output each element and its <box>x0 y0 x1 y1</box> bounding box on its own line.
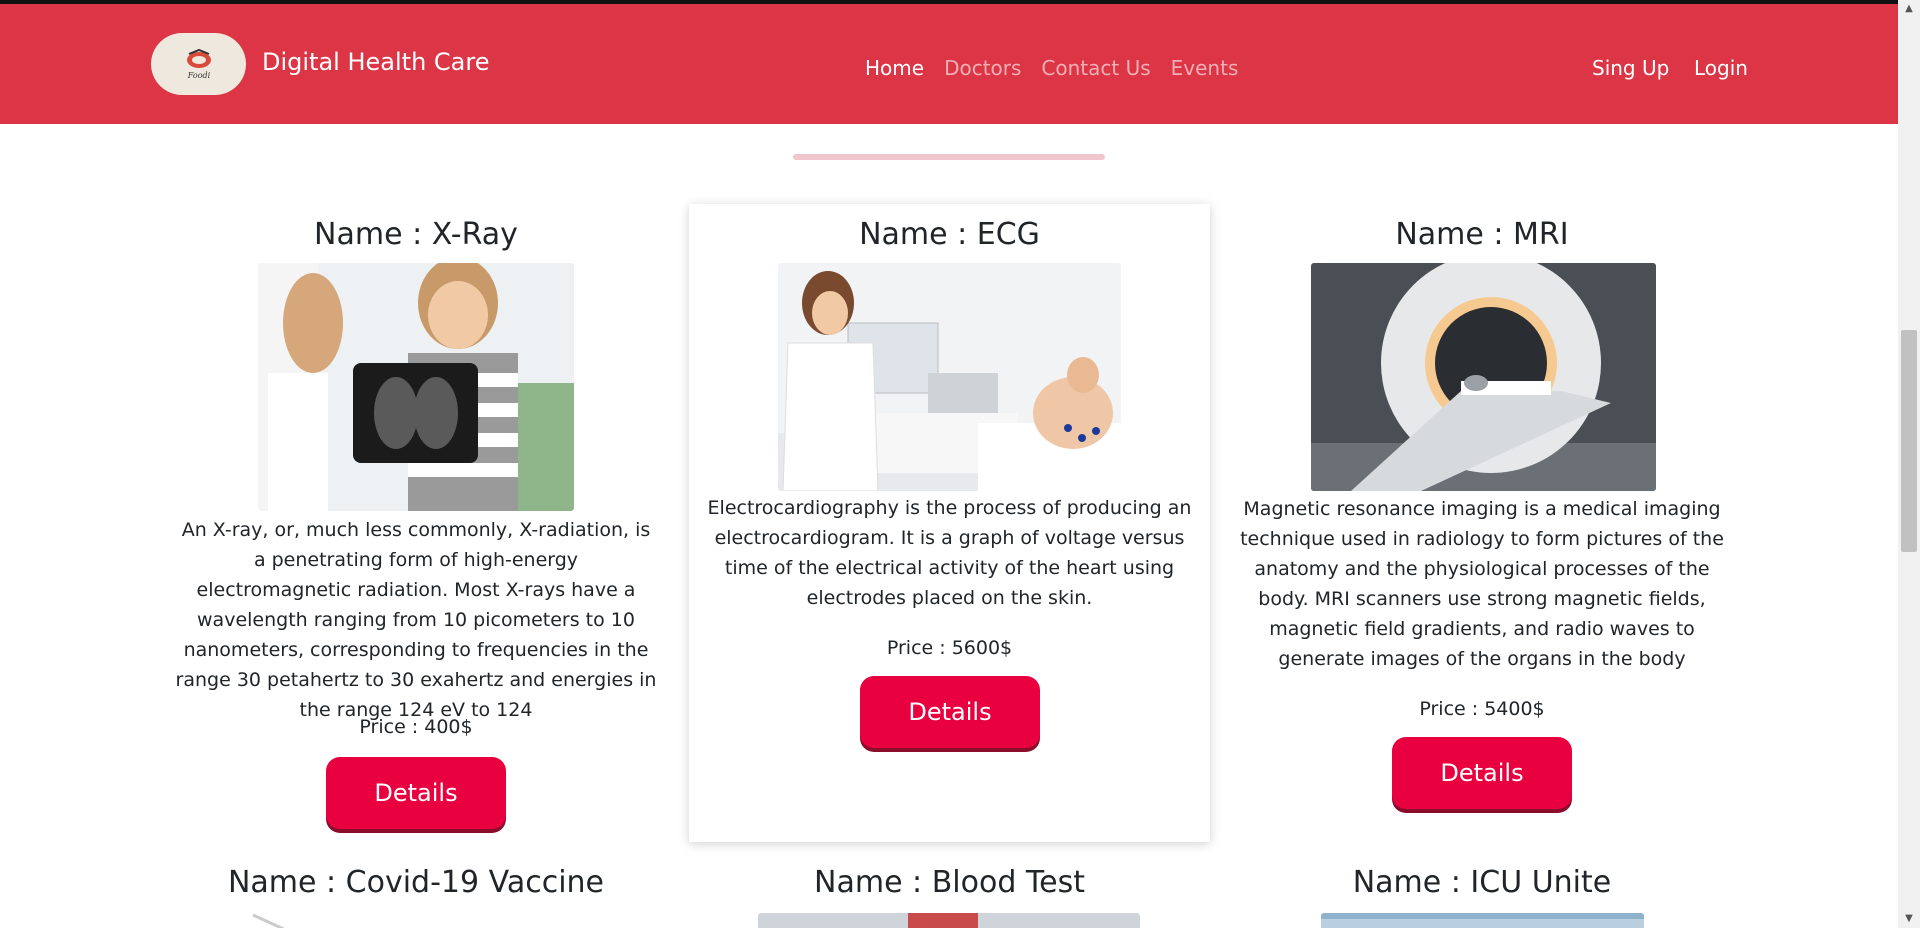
icu-image <box>1321 913 1644 928</box>
nav-contact-us[interactable]: Contact Us <box>1041 56 1150 80</box>
service-card-ecg: Name : ECG Electrocardiography is the pr… <box>689 204 1210 842</box>
nav-links: Home Doctors Contact Us Events <box>865 56 1238 80</box>
service-description: Magnetic resonance imaging is a medical … <box>1240 498 1724 670</box>
scroll-down-arrow-icon[interactable]: ▼ <box>1898 910 1920 928</box>
nav-events[interactable]: Events <box>1171 56 1239 80</box>
covid-image <box>248 913 358 928</box>
scroll-thumb[interactable] <box>1901 330 1917 552</box>
service-price: Price : 400$ <box>359 716 473 738</box>
nav-home[interactable]: Home <box>865 56 924 80</box>
details-button[interactable]: Details <box>326 757 506 829</box>
service-card-mri: Name : MRI Magnetic resonance imaging is… <box>1232 205 1732 845</box>
navbar: Foodi Digital Health Care Home Doctors C… <box>0 4 1898 124</box>
service-title: Name : ICU Unite <box>1352 865 1612 900</box>
details-button[interactable]: Details <box>1392 737 1572 809</box>
section-divider <box>793 154 1105 160</box>
service-description: An X-ray, or, much less commonly, X-radi… <box>175 519 657 721</box>
mri-image <box>1311 263 1656 491</box>
scroll-up-arrow-icon[interactable]: ▲ <box>1898 0 1920 18</box>
service-title: Name : X-Ray <box>314 217 518 252</box>
ecg-image <box>778 263 1121 491</box>
blood-test-image <box>758 913 1140 928</box>
brand-logo[interactable]: Foodi <box>151 33 246 95</box>
service-card-icu: Name : ICU Unite <box>1232 852 1732 928</box>
xray-image <box>258 263 574 511</box>
login-link[interactable]: Login <box>1694 56 1748 80</box>
service-description: Electrocardiography is the process of pr… <box>707 497 1192 609</box>
logo-text: Foodi <box>186 71 210 80</box>
service-card-blood-test: Name : Blood Test <box>689 852 1210 928</box>
service-title: Name : MRI <box>1395 217 1569 252</box>
service-card-xray: Name : X-Ray An X-ray, or, much less com… <box>166 205 666 845</box>
nav-doctors[interactable]: Doctors <box>944 56 1021 80</box>
page-scrollbar[interactable]: ▲ ▼ <box>1898 0 1920 928</box>
service-price: Price : 5400$ <box>1419 698 1545 720</box>
service-title: Name : ECG <box>859 217 1040 252</box>
service-price: Price : 5600$ <box>886 637 1013 659</box>
logo-icon: Foodi <box>186 48 211 80</box>
service-title: Name : Covid-19 Vaccine <box>227 865 605 900</box>
details-button[interactable]: Details <box>860 676 1040 748</box>
service-card-covid: Name : Covid-19 Vaccine <box>166 852 666 928</box>
signup-link[interactable]: Sing Up <box>1592 56 1669 80</box>
service-title: Name : Blood Test <box>814 865 1085 900</box>
brand-title[interactable]: Digital Health Care <box>262 48 489 76</box>
